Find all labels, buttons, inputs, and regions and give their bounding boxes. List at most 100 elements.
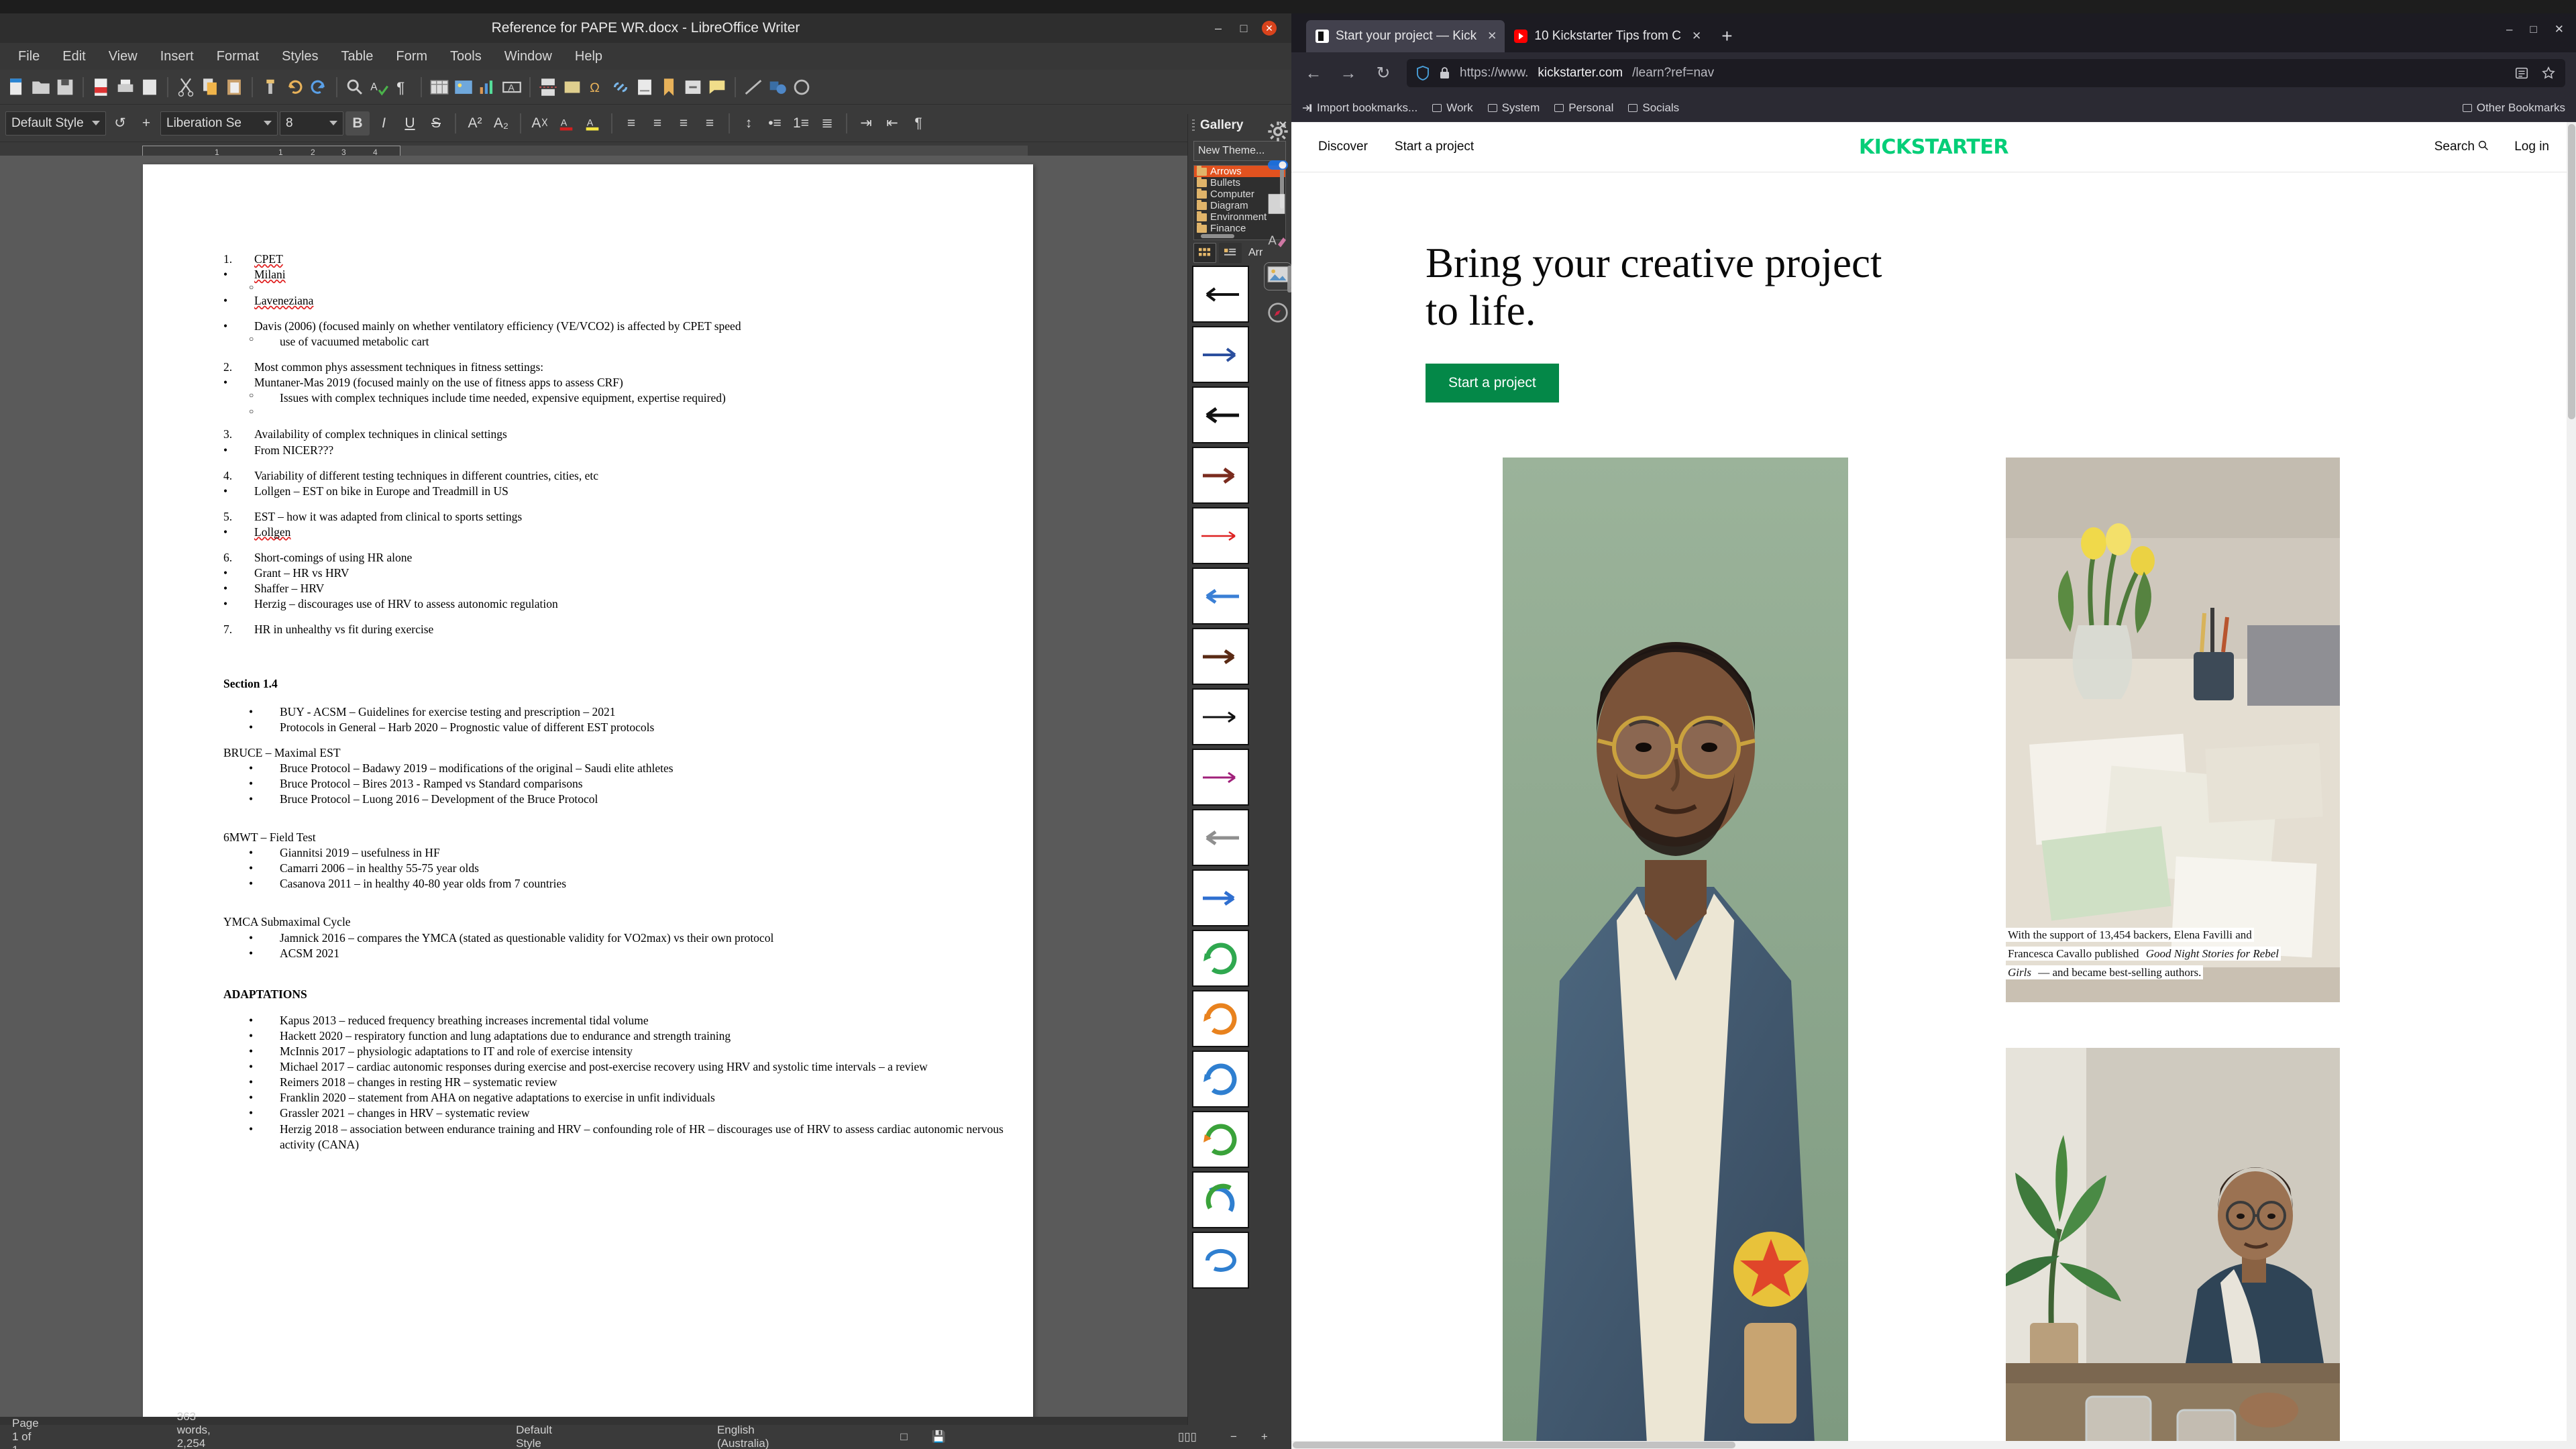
back-icon[interactable]: ← [1302, 62, 1325, 85]
list-item[interactable]: • Reimers 2018 – changes in resting HR – … [223, 1075, 1015, 1090]
sidebar-tab-rail[interactable]: A [1264, 121, 1292, 323]
gallery-panel-icon[interactable] [1264, 262, 1292, 290]
insert-textbox-icon[interactable]: A [500, 76, 523, 99]
list-item[interactable]: • Milani [223, 267, 1015, 282]
other-bookmarks-button[interactable]: Other Bookmarks [2462, 101, 2565, 115]
list-item[interactable]: • Grant – HR vs HRV [223, 566, 1015, 581]
writer-document-canvas[interactable]: 1. CPET • Milani ○ • Laveneziana • Davis (20… [0, 156, 1187, 1417]
properties-panel-icon[interactable] [1267, 157, 1289, 178]
drag-handle-icon[interactable] [1192, 119, 1195, 131]
print-preview-icon[interactable] [138, 76, 161, 99]
menu-file[interactable]: File [7, 46, 51, 67]
gallery-thumbnail[interactable] [1192, 1051, 1249, 1108]
list-item[interactable]: 4. Variability of different testing techn… [223, 468, 1015, 484]
forward-icon[interactable]: → [1337, 62, 1360, 85]
login-link[interactable]: Log in [2514, 140, 2549, 154]
menu-tools[interactable]: Tools [439, 46, 493, 67]
increase-indent-button[interactable]: ⇥ [854, 111, 878, 136]
maximize-icon[interactable]: □ [1236, 21, 1251, 36]
maximize-icon[interactable]: □ [2530, 23, 2536, 36]
new-document-icon[interactable] [5, 76, 28, 99]
paste-icon[interactable] [223, 76, 246, 99]
list-view-icon[interactable] [1219, 243, 1242, 263]
show-draw-functions-icon[interactable] [790, 76, 813, 99]
search-button[interactable]: Search [2434, 140, 2489, 154]
nav-links-left[interactable]: Discover Start a project [1318, 140, 1474, 154]
bookmark-folder-personal[interactable]: Personal [1554, 101, 1613, 115]
line-spacing-button[interactable]: ↕ [737, 111, 761, 136]
highlight-color-button[interactable]: A [580, 111, 604, 136]
reload-icon[interactable]: ↻ [1372, 62, 1395, 85]
firefox-tab-bar[interactable]: Start your project — Kick ✕ 10 Kickstart… [1291, 13, 2576, 52]
insert-footnote-icon[interactable] [633, 76, 656, 99]
insert-hyperlink-icon[interactable] [609, 76, 632, 99]
list-item[interactable]: 1. CPET [223, 252, 1015, 267]
underline-button[interactable]: U [398, 111, 422, 136]
kickstarter-logo[interactable]: KICKSTARTER [1859, 136, 2008, 159]
spelling-icon[interactable]: A [368, 76, 390, 99]
bookmarks-toolbar[interactable]: Import bookmarks... Work System Personal… [1291, 94, 2576, 122]
start-a-project-button[interactable]: Start a project [1426, 364, 1559, 403]
list-item[interactable]: • Bruce Protocol – Bires 2013 - Ramped vs… [223, 776, 1015, 792]
close-icon[interactable]: ✕ [1487, 30, 1497, 43]
clone-formatting-icon[interactable] [259, 76, 282, 99]
list-item[interactable]: ○ Issues with complex techniques include … [223, 390, 1015, 406]
shield-icon[interactable] [1416, 66, 1430, 80]
gallery-thumbnail-list[interactable] [1192, 266, 1292, 1289]
status-save-indicator[interactable]: 💾 [920, 1430, 958, 1444]
font-color-button[interactable]: A [554, 111, 578, 136]
export-pdf-icon[interactable] [90, 76, 113, 99]
document-text[interactable]: 1. CPET • Milani ○ • Laveneziana • Davis (20… [223, 252, 1015, 1152]
menu-window[interactable]: Window [493, 46, 564, 67]
undo-icon[interactable] [283, 76, 306, 99]
gallery-thumbnail[interactable] [1192, 266, 1249, 323]
list-item[interactable]: ○ use of vacuumed metabolic cart [223, 334, 1015, 350]
list-item[interactable]: 6. Short-comings of using HR alone [223, 550, 1015, 566]
gallery-thumbnail[interactable] [1192, 1232, 1249, 1289]
menu-form[interactable]: Form [384, 46, 439, 67]
strikethrough-button[interactable]: S [424, 111, 448, 136]
firefox-navigation-bar[interactable]: ← → ↻ https://www. kickstarter.com/learn?… [1291, 52, 2576, 94]
insert-bookmark-icon[interactable] [657, 76, 680, 99]
close-icon[interactable]: ✕ [2555, 23, 2564, 36]
page-vertical-scrollbar[interactable] [2567, 122, 2576, 1449]
print-icon[interactable] [114, 76, 137, 99]
zoom-minus-button[interactable]: − [1218, 1430, 1249, 1444]
gallery-thumbnail[interactable] [1192, 1111, 1249, 1168]
clear-formatting-button[interactable]: A☓ [528, 111, 552, 136]
gallery-thumbnail[interactable] [1192, 568, 1249, 625]
insert-image-icon[interactable] [452, 76, 475, 99]
status-selection-mode[interactable]: □ [888, 1430, 919, 1444]
redo-icon[interactable] [307, 76, 330, 99]
list-item[interactable]: 5. EST – how it was adapted from clinical… [223, 509, 1015, 525]
align-center-button[interactable]: ≡ [645, 111, 669, 136]
new-style-icon[interactable]: + [134, 111, 158, 136]
gallery-thumbnail[interactable] [1192, 447, 1249, 504]
insert-field-icon[interactable] [561, 76, 584, 99]
writer-formatting-toolbar[interactable]: Default Style ↺ + Liberation Se 8 B I U … [0, 105, 1291, 142]
list-item[interactable]: • Grassler 2021 – changes in HRV – system… [223, 1106, 1015, 1121]
insert-crossref-icon[interactable] [682, 76, 704, 99]
subscript-button[interactable]: A₂ [489, 111, 513, 136]
list-item[interactable]: • Kapus 2013 – reduced frequency breathin… [223, 1013, 1015, 1028]
nav-link-start-a-project[interactable]: Start a project [1395, 140, 1474, 154]
list-item[interactable]: • Jamnick 2016 – compares the YMCA (state… [223, 930, 1015, 946]
align-left-button[interactable]: ≡ [619, 111, 643, 136]
bookmark-folder-system[interactable]: System [1487, 101, 1540, 115]
formatting-marks-icon[interactable]: ¶ [392, 76, 415, 99]
list-item[interactable]: • Hackett 2020 – respiratory function and… [223, 1028, 1015, 1044]
list-item[interactable]: • Shaffer – HRV [223, 581, 1015, 596]
gallery-thumbnail[interactable] [1192, 386, 1249, 443]
browser-tab-youtube[interactable]: 10 Kickstarter Tips from C ✕ [1505, 20, 1709, 52]
photo-card-portrait[interactable] [1503, 458, 1848, 1444]
list-item[interactable]: • Davis (2006) (focused mainly on whether… [223, 319, 1015, 334]
list-item[interactable]: • Lollgen [223, 525, 1015, 540]
page-content[interactable]: Discover Start a project KICKSTARTER Sea… [1291, 122, 2576, 1449]
list-item[interactable]: • Bruce Protocol – Luong 2016 – Developme… [223, 792, 1015, 807]
photo-card-person-table[interactable] [2006, 1048, 2340, 1449]
list-item[interactable]: • Lollgen – EST on bike in Europe and Tre… [223, 484, 1015, 499]
styles-panel-icon[interactable]: A [1267, 229, 1289, 251]
unordered-list-button[interactable]: •≡ [763, 111, 787, 136]
list-item[interactable]: • Bruce Protocol – Badawy 2019 – modifica… [223, 761, 1015, 776]
nav-link-discover[interactable]: Discover [1318, 140, 1368, 154]
